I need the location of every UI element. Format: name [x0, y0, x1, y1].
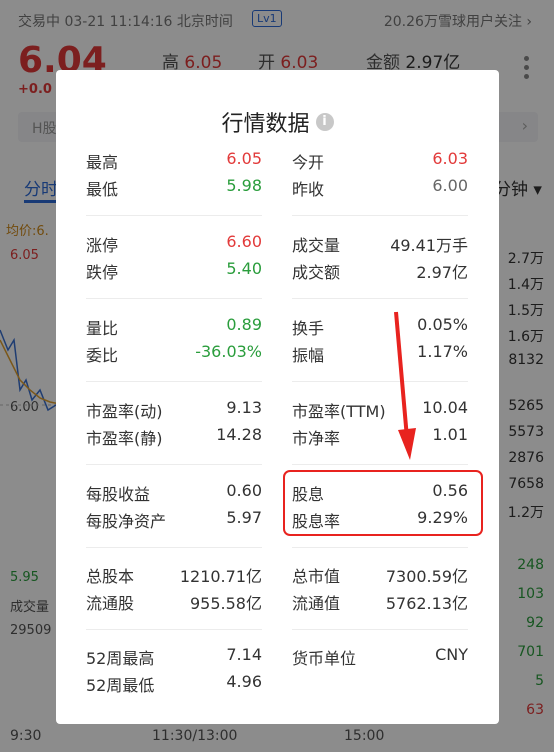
data-value: 7.14 — [226, 645, 262, 664]
data-group-right: 货币单位 CNY — [292, 643, 468, 670]
data-label: 委比 — [86, 346, 119, 365]
data-value: 0.60 — [226, 481, 262, 500]
group-divider — [292, 215, 468, 216]
data-label: 每股收益 — [86, 485, 151, 504]
data-row: 52周最低 4.96 — [86, 670, 262, 697]
data-label: 今开 — [292, 153, 325, 172]
data-group-left: 52周最高 7.14 52周最低 4.96 — [86, 643, 262, 697]
data-row: 成交量 49.41万手 — [292, 230, 468, 257]
data-group-right: 今开 6.03 昨收 6.00 — [292, 147, 468, 201]
data-value: 6.00 — [432, 176, 468, 195]
data-value: 1.01 — [432, 425, 468, 444]
data-row: 涨停 6.60 — [86, 230, 262, 257]
data-label: 跌停 — [86, 263, 119, 282]
data-group-left: 量比 0.89 委比 -36.03% — [86, 313, 262, 367]
group-divider — [292, 547, 468, 548]
data-row: 最高 6.05 — [86, 147, 262, 174]
data-label: 每股净资产 — [86, 512, 167, 531]
data-label: 最高 — [86, 153, 119, 172]
data-label: 振幅 — [292, 346, 325, 365]
data-value: 6.03 — [432, 149, 468, 168]
data-value: 14.28 — [216, 425, 262, 444]
data-row: 最低 5.98 — [86, 174, 262, 201]
data-row: 每股净资产 5.97 — [86, 506, 262, 533]
data-label: 总股本 — [86, 567, 135, 586]
data-label: 换手 — [292, 319, 325, 338]
data-value: 1.17% — [417, 342, 468, 361]
annotation-arrow-icon — [394, 311, 416, 460]
data-row: 委比 -36.03% — [86, 340, 262, 367]
data-group-left: 总股本 1210.71亿流通股 955.58亿 — [86, 561, 262, 615]
data-label: 52周最高 — [86, 649, 155, 668]
data-value: 5.98 — [226, 176, 262, 195]
data-value: 10.04 — [422, 398, 468, 417]
data-value: 4.96 — [226, 672, 262, 691]
data-row: 市盈率(动) 9.13 — [86, 396, 262, 423]
data-row: 总股本 1210.71亿 — [86, 561, 262, 588]
data-label: 货币单位 — [292, 649, 357, 668]
data-label: 流通股 — [86, 594, 135, 613]
data-label: 市净率 — [292, 429, 341, 448]
data-value: -36.03% — [195, 342, 262, 361]
data-value: 1210.71亿 — [179, 567, 262, 586]
data-row: 市盈率(静) 14.28 — [86, 423, 262, 450]
group-divider — [86, 215, 262, 216]
data-value: 5762.13亿 — [385, 594, 468, 613]
data-group-right: 总市值 7300.59亿流通值 5762.13亿 — [292, 561, 468, 615]
group-divider — [292, 629, 468, 630]
group-divider — [292, 298, 468, 299]
data-label: 市盈率(TTM) — [292, 402, 386, 421]
data-group-left: 涨停 6.60 跌停 5.40 — [86, 230, 262, 284]
data-value: 5.97 — [226, 508, 262, 527]
data-value: 6.60 — [226, 232, 262, 251]
data-value: 7300.59亿 — [385, 567, 468, 586]
modal-title-text: 行情数据 — [221, 112, 310, 137]
data-group-left: 市盈率(动) 9.13 市盈率(静) 14.28 — [86, 396, 262, 450]
market-data-modal: 行情数据 i 最高 6.05 最低 5.98 今开 6.03 昨收 6.00 涨停 6.60 跌停 5.… — [56, 70, 499, 724]
annotation-highlight-box — [283, 470, 483, 536]
data-row: 流通值 5762.13亿 — [292, 588, 468, 615]
data-label: 量比 — [86, 319, 119, 338]
data-label: 成交额 — [292, 263, 341, 282]
data-value: 9.13 — [226, 398, 262, 417]
data-row: 每股收益 0.60 — [86, 479, 262, 506]
data-value: 49.41万手 — [390, 236, 468, 255]
data-row: 昨收 6.00 — [292, 174, 468, 201]
group-divider — [292, 464, 468, 465]
data-value: 955.58亿 — [190, 594, 262, 613]
data-row: 流通股 955.58亿 — [86, 588, 262, 615]
data-label: 涨停 — [86, 236, 119, 255]
data-label: 市盈率(动) — [86, 402, 163, 421]
group-divider — [86, 547, 262, 548]
group-divider — [86, 298, 262, 299]
data-value: 6.05 — [226, 149, 262, 168]
modal-title: 行情数据 i — [56, 106, 499, 138]
data-value: 0.05% — [417, 315, 468, 334]
data-label: 总市值 — [292, 567, 341, 586]
data-row: 52周最高 7.14 — [86, 643, 262, 670]
data-value: 2.97亿 — [416, 263, 468, 282]
info-icon[interactable]: i — [315, 113, 334, 131]
group-divider — [86, 464, 262, 465]
data-value: CNY — [435, 645, 468, 664]
data-row: 总市值 7300.59亿 — [292, 561, 468, 588]
data-row: 成交额 2.97亿 — [292, 257, 468, 284]
data-group-left: 最高 6.05 最低 5.98 — [86, 147, 262, 201]
group-divider — [86, 629, 262, 630]
data-row: 量比 0.89 — [86, 313, 262, 340]
group-divider — [86, 381, 262, 382]
data-group-right: 成交量 49.41万手成交额 2.97亿 — [292, 230, 468, 284]
data-value: 5.40 — [226, 259, 262, 278]
data-row: 货币单位 CNY — [292, 643, 468, 670]
data-row: 跌停 5.40 — [86, 257, 262, 284]
data-label: 昨收 — [292, 180, 325, 199]
data-group-left: 每股收益 0.60 每股净资产 5.97 — [86, 479, 262, 533]
data-label: 52周最低 — [86, 676, 155, 695]
data-row: 今开 6.03 — [292, 147, 468, 174]
data-label: 最低 — [86, 180, 119, 199]
data-label: 成交量 — [292, 236, 341, 255]
data-value: 0.89 — [226, 315, 262, 334]
data-label: 市盈率(静) — [86, 429, 163, 448]
data-label: 流通值 — [292, 594, 341, 613]
